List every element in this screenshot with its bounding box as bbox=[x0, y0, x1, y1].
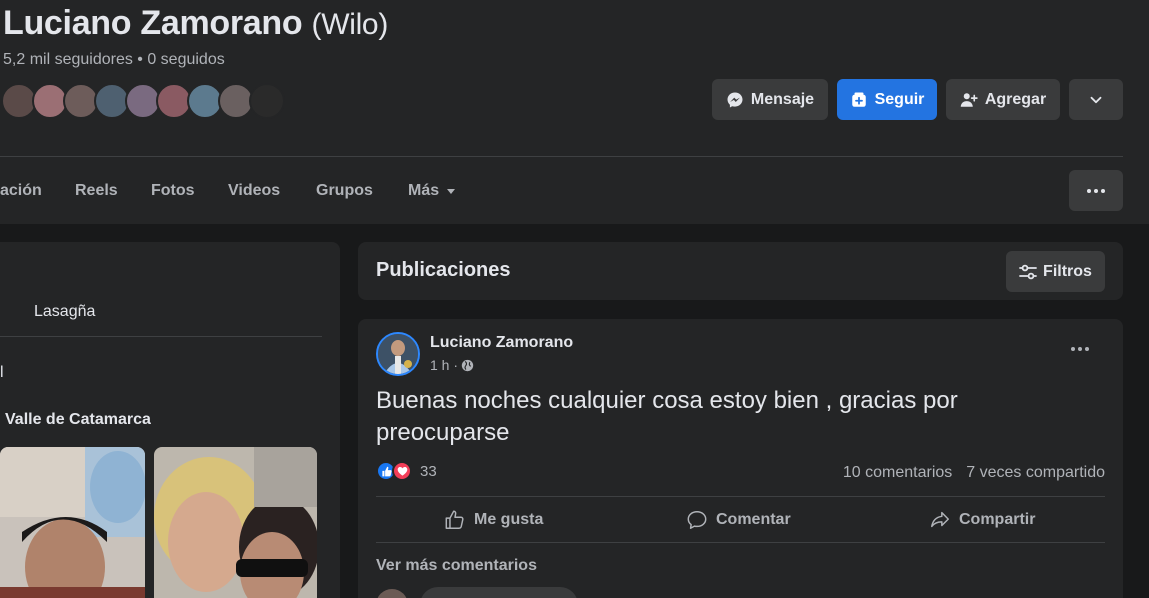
intro-divider bbox=[0, 336, 322, 337]
intro-item-partial: l bbox=[0, 364, 4, 381]
comment-bubble bbox=[420, 587, 578, 598]
caret-down-icon bbox=[447, 189, 456, 194]
header-divider bbox=[0, 156, 1123, 157]
profile-alt-name: (Wilo) bbox=[311, 8, 389, 41]
tab-informacion[interactable]: ación bbox=[0, 182, 42, 200]
follow-button[interactable]: Seguir bbox=[837, 79, 937, 120]
post-meta: 10 comentarios 7 veces compartido bbox=[843, 464, 1105, 482]
filters-button[interactable]: Filtros bbox=[1006, 251, 1105, 292]
profile-name-text: Luciano Zamorano bbox=[3, 4, 303, 42]
filters-icon bbox=[1019, 264, 1037, 279]
reactions-summary[interactable]: 33 bbox=[376, 461, 437, 481]
add-friend-label: Agregar bbox=[984, 90, 1047, 108]
friend-avatar[interactable] bbox=[249, 83, 285, 119]
see-more-comments-link[interactable]: Ver más comentarios bbox=[376, 557, 537, 575]
intro-item-lasagna: Lasagña bbox=[34, 303, 96, 320]
more-options-button[interactable] bbox=[1069, 79, 1123, 120]
follow-label: Seguir bbox=[874, 90, 925, 108]
publications-title: Publicaciones bbox=[376, 259, 511, 281]
filters-label: Filtros bbox=[1043, 262, 1092, 280]
messenger-icon bbox=[727, 92, 743, 107]
photo-image-1 bbox=[0, 447, 145, 598]
tab-grupos[interactable]: Grupos bbox=[316, 182, 373, 200]
follower-stats[interactable]: 5,2 mil seguidores • 0 seguidos bbox=[3, 51, 225, 69]
tab-mas-label: Más bbox=[408, 182, 440, 199]
post-divider bbox=[376, 496, 1105, 497]
post-time-text: 1 h · bbox=[430, 357, 459, 373]
share-label: Compartir bbox=[959, 511, 1036, 528]
comment-button[interactable]: Comentar bbox=[686, 509, 791, 531]
share-icon bbox=[931, 511, 949, 528]
comments-count[interactable]: 10 comentarios bbox=[843, 464, 952, 482]
tab-reels[interactable]: Reels bbox=[75, 182, 118, 200]
photo-thumbnail-1[interactable] bbox=[0, 447, 145, 598]
post-options-button[interactable] bbox=[1070, 339, 1090, 357]
post-author-avatar[interactable] bbox=[376, 332, 420, 376]
profile-name: Luciano Zamorano (Wilo) bbox=[3, 4, 388, 43]
photo-image-2 bbox=[154, 447, 317, 598]
publications-header: Publicaciones Filtros bbox=[358, 242, 1123, 300]
love-reaction-icon bbox=[392, 461, 412, 481]
profile-header: Luciano Zamorano (Wilo) 5,2 mil seguidor… bbox=[0, 0, 1149, 224]
share-button[interactable]: Compartir bbox=[929, 509, 1035, 531]
chevron-down-icon bbox=[1090, 96, 1102, 103]
add-friend-icon bbox=[960, 92, 978, 107]
photo-thumbnail-2[interactable] bbox=[154, 447, 317, 598]
globe-icon bbox=[461, 359, 474, 371]
like-label: Me gusta bbox=[474, 511, 544, 528]
post-timestamp[interactable]: 1 h · bbox=[430, 357, 474, 373]
thumbs-up-icon bbox=[445, 510, 464, 529]
post-author-name[interactable]: Luciano Zamorano bbox=[430, 334, 573, 352]
comment-icon bbox=[687, 511, 707, 529]
like-button[interactable]: Me gusta bbox=[444, 509, 543, 531]
tab-videos[interactable]: Videos bbox=[228, 182, 280, 200]
intro-item-location[interactable]: Valle de Catamarca bbox=[5, 411, 151, 429]
comment-label: Comentar bbox=[716, 511, 791, 528]
add-friend-button[interactable]: Agregar bbox=[946, 79, 1060, 120]
commenter-avatar[interactable] bbox=[376, 589, 408, 598]
friend-avatars[interactable] bbox=[1, 83, 285, 121]
follow-icon bbox=[851, 92, 866, 107]
actions-divider bbox=[376, 542, 1105, 543]
reaction-count: 33 bbox=[420, 462, 437, 480]
message-label: Mensaje bbox=[750, 90, 815, 108]
post-card: Luciano Zamorano 1 h · Buenas noches cua… bbox=[358, 319, 1123, 598]
post-text: Buenas noches cualquier cosa estoy bien … bbox=[376, 387, 958, 446]
message-button[interactable]: Mensaje bbox=[712, 79, 828, 120]
more-dots-icon bbox=[1087, 188, 1105, 193]
shares-count[interactable]: 7 veces compartido bbox=[966, 464, 1105, 482]
tab-mas[interactable]: Más bbox=[408, 182, 457, 200]
tab-fotos[interactable]: Fotos bbox=[151, 182, 195, 200]
more-dots-icon bbox=[1071, 347, 1089, 351]
tabs-more-button[interactable] bbox=[1069, 170, 1123, 211]
avatar-image bbox=[378, 334, 418, 374]
